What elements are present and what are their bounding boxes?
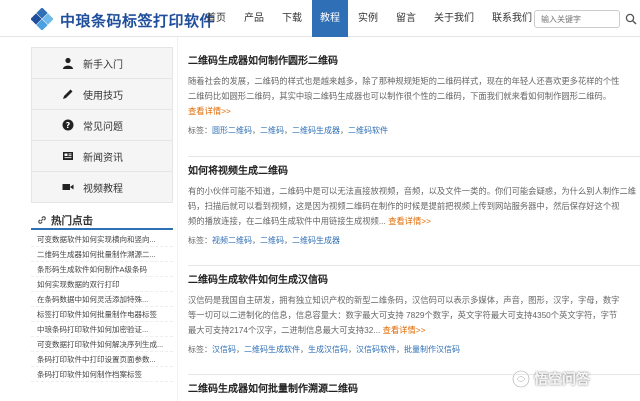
article-list: 二维码生成器如何制作圆形二维码 随着社会的发展，二维码的样式也是越来越多，除了那… <box>188 37 640 401</box>
tag-link[interactable]: 二维码 <box>260 236 284 245</box>
nav-item-home[interactable]: 首页 <box>198 0 234 37</box>
hot-clicks-list: 可变数据软件如何实现横向和竖向... 二维码生成器如何批量制作溯源二... 条形… <box>31 232 173 382</box>
article-title[interactable]: 如何将视频生成二维码 <box>188 165 640 179</box>
menu-item-tips[interactable]: 使用技巧 <box>32 79 172 110</box>
hot-link[interactable]: 条码打印软件如何制作档案标签 <box>31 367 173 382</box>
wukong-logo-icon <box>512 370 530 388</box>
watermark-text: 悟空问答 <box>534 371 590 387</box>
tags-label: 标签： <box>188 345 212 354</box>
menu-item-faq[interactable]: ? 常见问题 <box>32 110 172 141</box>
tag-link[interactable]: 二维码生成软件 <box>244 345 300 354</box>
hot-link[interactable]: 可变数据打印软件如何解决序列生成... <box>31 337 173 352</box>
article-item: 如何将视频生成二维码 有的小伙伴可能不知道，二维码中是可以无法直接放视频，音频，… <box>188 165 640 246</box>
menu-item-label: 使用技巧 <box>83 90 123 102</box>
menu-item-label: 常见问题 <box>83 121 123 133</box>
tag-link[interactable]: 二维码生成器 <box>292 236 340 245</box>
article-summary: 随着社会的发展，二维码的样式也是越来越多，除了那种规规矩矩的二维码样式，现在的年… <box>188 74 640 119</box>
tag-link[interactable]: 二维码生成器 <box>292 126 340 135</box>
top-navigation-bar: 中琅条码标签打印软件 首页 产品 下载 教程 实例 留言 关于我们 联系我们 <box>0 0 640 37</box>
tags-label: 标签： <box>188 236 212 245</box>
search-icon[interactable] <box>625 13 637 25</box>
summary-line: 随着社会的发展，二维码的样式也是越来越多，除了那种规规矩矩的二维码样式，现在的年… <box>188 76 620 86</box>
tag-link[interactable]: 二维码软件 <box>348 126 388 135</box>
tag-link[interactable]: 汉信码软件 <box>356 345 396 354</box>
tag-link[interactable]: 二维码 <box>260 126 284 135</box>
article-summary: 有的小伙伴可能不知道，二维码中是可以无法直接放视频，音频，以及文件一类的。你们可… <box>188 184 640 229</box>
hot-link[interactable]: 中琅条码打印软件如何加密验证... <box>31 322 173 337</box>
nav-item-contact[interactable]: 联系我们 <box>484 0 540 37</box>
nav-item-about[interactable]: 关于我们 <box>426 0 482 37</box>
article-divider <box>188 156 640 157</box>
menu-item-label: 视频教程 <box>83 183 123 195</box>
tag-link[interactable]: 批量制作汉信码 <box>404 345 460 354</box>
news-icon <box>63 152 73 160</box>
article-tags: 标签：圆形二维码，二维码，二维码生成器，二维码软件 <box>188 126 388 135</box>
article-title[interactable]: 二维码生成软件如何生成汉信码 <box>188 274 640 288</box>
hot-link[interactable]: 在条码数据中如何灵活添加特殊... <box>31 292 173 307</box>
brand-name[interactable]: 中琅条码标签打印软件 <box>60 10 215 31</box>
main-nav: 首页 产品 下载 教程 实例 留言 关于我们 联系我们 <box>198 0 542 37</box>
nav-item-examples[interactable]: 实例 <box>350 0 386 37</box>
brand-logo-icon[interactable] <box>31 8 53 30</box>
hot-link[interactable]: 可变数据软件如何实现横向和竖向... <box>31 232 173 247</box>
svg-text:?: ? <box>66 121 71 130</box>
article-title[interactable]: 二维码生成器如何制作圆形二维码 <box>188 55 640 69</box>
summary-line: 最大可支持2174个汉字，二进制信息最大可支持32... <box>188 325 381 335</box>
tag-link[interactable]: 汉信码 <box>212 345 236 354</box>
tag-link[interactable]: 视频二维码 <box>212 236 252 245</box>
hot-clicks-title-text: 热门点击 <box>51 214 93 227</box>
pencil-icon <box>63 89 73 99</box>
hot-clicks-title: 热门点击 <box>31 212 173 230</box>
article-item: 二维码生成软件如何生成汉信码 汉信码是我国自主研发，拥有独立知识产权的新型二维条… <box>188 274 640 355</box>
menu-item-beginner[interactable]: 新手入门 <box>32 48 172 79</box>
question-icon: ? <box>62 119 74 131</box>
nav-item-products[interactable]: 产品 <box>236 0 272 37</box>
watermark: 悟空问答 <box>512 368 590 390</box>
left-sidebar: 新手入门 使用技巧 ? 常见问题 新闻资讯 视频教程 热门点击 可变数据软件如何… <box>31 37 173 401</box>
tutorial-category-menu: 新手入门 使用技巧 ? 常见问题 新闻资讯 视频教程 <box>31 47 173 203</box>
article-summary: 汉信码是我国自主研发，拥有独立知识产权的新型二维条码，汉信码可以表示多媒体，声音… <box>188 293 640 338</box>
hot-link[interactable]: 如何实现数据的双行打印 <box>31 277 173 292</box>
hot-link[interactable]: 二维码生成器如何批量制作溯源二... <box>31 247 173 262</box>
menu-item-label: 新手入门 <box>83 59 123 71</box>
summary-line: 等一切可以二进制化的信息，信息容量大：数字最大可支持 7829个数字，英文字符最… <box>188 310 618 320</box>
summary-line: 有的小伙伴可能不知道，二维码中是可以无法直接放视频，音频，以及文件一类的。你们可… <box>188 186 637 196</box>
menu-item-label: 新闻资讯 <box>83 152 123 164</box>
read-more-link[interactable]: 查看详情>> <box>383 325 426 335</box>
summary-line: 二维码比如圆形二维码，其实中琅二维码生成器也可以制作很个性的二维码，下面我们就来… <box>188 91 612 101</box>
article-tags: 标签：视频二维码，二维码，二维码生成器 <box>188 236 340 245</box>
hot-clicks-panel: 热门点击 可变数据软件如何实现横向和竖向... 二维码生成器如何批量制作溯源二.… <box>31 212 173 382</box>
link-icon <box>38 216 46 224</box>
read-more-link[interactable]: 查看详情>> <box>388 216 431 226</box>
column-divider <box>177 37 178 401</box>
nav-item-messages[interactable]: 留言 <box>388 0 424 37</box>
tag-link[interactable]: 生成汉信码 <box>308 345 348 354</box>
hot-link[interactable]: 条码打印软件中打印设置页面参数... <box>31 352 173 367</box>
article-tags: 标签：汉信码，二维码生成软件，生成汉信码，汉信码软件，批量制作汉信码 <box>188 345 460 354</box>
nav-item-download[interactable]: 下载 <box>274 0 310 37</box>
article-item: 二维码生成器如何制作圆形二维码 随着社会的发展，二维码的样式也是越来越多，除了那… <box>188 55 640 136</box>
summary-line: 频的播放连接，在二维码生成软件中用链接生成视频... <box>188 216 386 226</box>
hot-link[interactable]: 条形码生成软件如何制作A级条码 <box>31 262 173 277</box>
nav-item-tutorials[interactable]: 教程 <box>312 0 348 37</box>
video-icon <box>62 184 74 190</box>
tags-label: 标签： <box>188 126 212 135</box>
summary-line: 码，扫描后就可以看到视频，这是因为视频二维码在制作的时候是提前把视频上传到网站服… <box>188 201 620 211</box>
menu-item-video[interactable]: 视频教程 <box>32 172 172 203</box>
search-input[interactable] <box>534 10 620 28</box>
summary-line: 汉信码是我国自主研发，拥有独立知识产权的新型二维条码，汉信码可以表示多媒体，声音… <box>188 295 620 305</box>
user-icon <box>63 57 73 69</box>
menu-item-news[interactable]: 新闻资讯 <box>32 141 172 172</box>
hot-link[interactable]: 标签打印软件如何批量制作电器标签 <box>31 307 173 322</box>
tag-link[interactable]: 圆形二维码 <box>212 126 252 135</box>
article-divider <box>188 265 640 266</box>
read-more-link[interactable]: 查看详情>> <box>188 106 231 116</box>
